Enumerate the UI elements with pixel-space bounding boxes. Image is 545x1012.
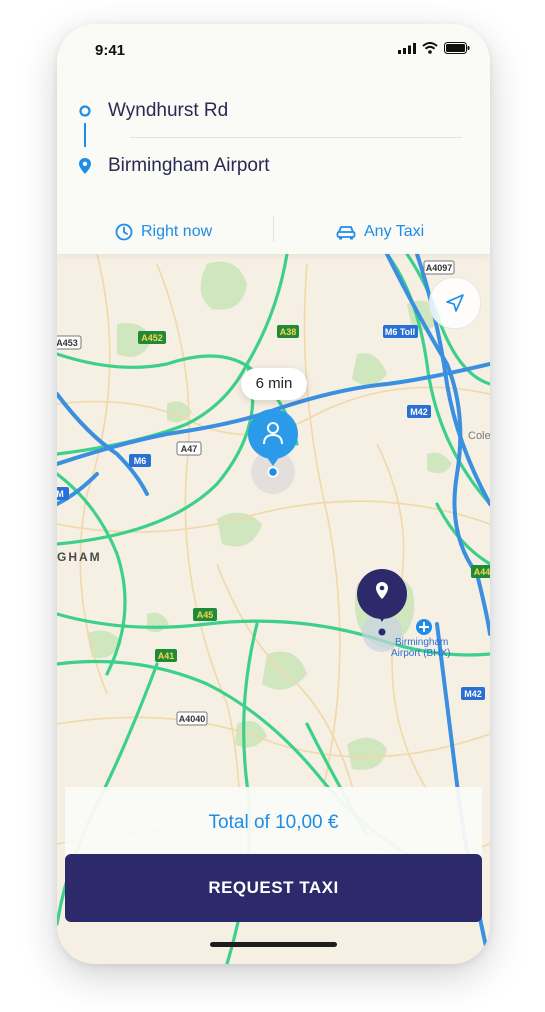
clock-icon <box>115 223 133 241</box>
road-label-a4040: A4040 <box>176 711 208 726</box>
wifi-icon <box>422 42 438 54</box>
destination-row[interactable]: Birmingham Airport <box>57 147 490 187</box>
road-label-a44-text: A44 <box>474 567 490 577</box>
road-label-m42-top: M42 <box>407 405 431 418</box>
road-label-m-edge-text: M <box>57 489 64 499</box>
ride-options: Right now Any Taxi <box>57 212 490 252</box>
phone-frame: A4097 A452 A38 M6 Toll A453 A47 M6 M42 A… <box>57 24 490 964</box>
locate-me-button[interactable] <box>429 277 481 329</box>
options-divider <box>273 216 274 242</box>
status-bar: 9:41 <box>57 24 490 76</box>
taxi-option-button[interactable]: Any Taxi <box>336 212 424 252</box>
location-divider <box>130 137 462 138</box>
road-label-a4097-text: A4097 <box>426 263 453 273</box>
road-label-a41: A41 <box>155 649 177 662</box>
origin-row[interactable]: Wyndhurst Rd <box>57 92 490 132</box>
eta-label: 6 min <box>255 375 293 392</box>
road-label-a45: A45 <box>193 608 217 621</box>
edge-place-label: Cole <box>468 430 490 442</box>
road-label-a44: A44 <box>471 565 490 578</box>
destination-text: Birmingham Airport <box>108 155 270 176</box>
city-label: GHAM <box>57 550 102 564</box>
road-label-m6-text: M6 <box>134 456 147 466</box>
road-label-a47: A47 <box>176 441 202 456</box>
road-label-m42-bottom: M42 <box>461 687 485 700</box>
eta-bubble: 6 min <box>241 368 307 400</box>
road-label-m6toll: M6 Toll <box>383 325 418 338</box>
status-time: 9:41 <box>95 42 126 59</box>
road-label-m-edge: M <box>57 487 69 500</box>
car-icon <box>336 226 356 240</box>
road-label-m42-bottom-text: M42 <box>464 689 482 699</box>
airport-label-line1: Birmingham <box>395 637 448 648</box>
road-label-a38-text: A38 <box>280 327 297 337</box>
route-connector <box>84 123 86 147</box>
road-label-m6toll-text: M6 Toll <box>385 327 415 337</box>
time-option-label: Right now <box>141 223 213 240</box>
taxi-option-label: Any Taxi <box>364 223 425 240</box>
road-label-a45-text: A45 <box>197 610 214 620</box>
route-panel: 9:41 Wyndhurst Rd Birmingham Airport Rig… <box>57 24 490 254</box>
road-label-a38: A38 <box>277 325 299 338</box>
time-option-button[interactable]: Right now <box>115 212 212 252</box>
total-panel: Total of 10,00 € <box>65 787 482 857</box>
road-label-a47-text: A47 <box>181 444 198 454</box>
airport-label-line2: Airport (BHX) <box>391 648 450 659</box>
user-pin <box>248 409 298 494</box>
road-label-a4040-text: A4040 <box>179 714 206 724</box>
road-label-a4097: A4097 <box>423 260 455 275</box>
signal-icon <box>398 42 416 54</box>
origin-text: Wyndhurst Rd <box>108 100 229 121</box>
road-label-a452-text: A452 <box>141 333 163 343</box>
home-indicator[interactable] <box>210 942 337 947</box>
status-icons <box>398 42 470 54</box>
road-label-m6: M6 <box>129 454 151 467</box>
road-label-a41-text: A41 <box>158 651 175 661</box>
road-label-m42-top-text: M42 <box>410 407 428 417</box>
battery-icon <box>444 42 470 54</box>
road-label-a452: A452 <box>138 331 166 344</box>
navigation-arrow-icon <box>446 294 464 312</box>
road-label-a453-text: A453 <box>57 338 78 348</box>
origin-circle-icon <box>79 105 91 117</box>
total-price: Total of 10,00 € <box>208 812 339 833</box>
request-taxi-button[interactable]: REQUEST TAXI <box>65 854 482 922</box>
destination-pin-icon <box>79 158 91 174</box>
road-label-a453: A453 <box>57 335 82 350</box>
